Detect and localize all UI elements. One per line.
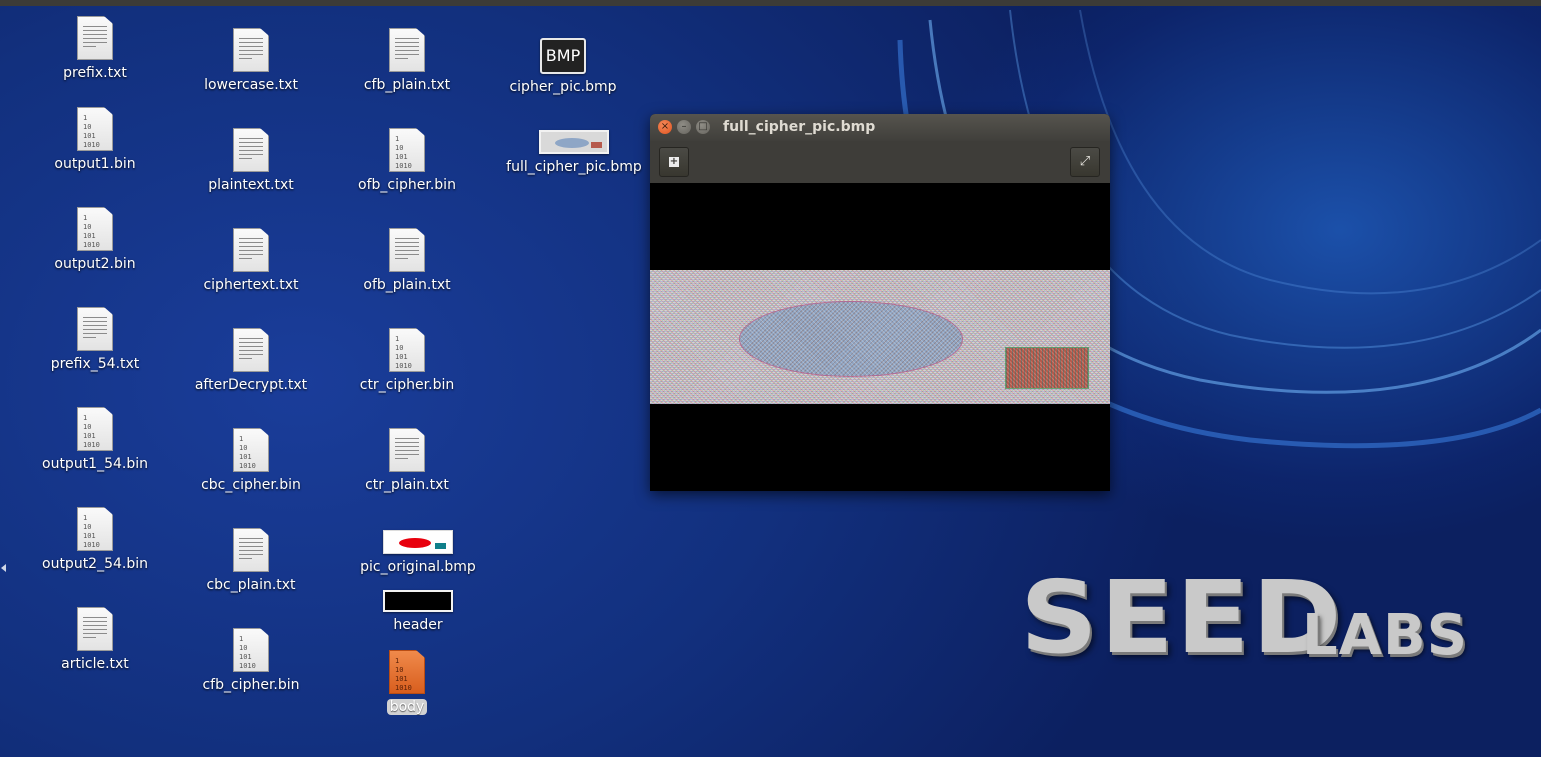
icon-label: cbc_cipher.bin (201, 477, 301, 493)
desktop-icon[interactable]: BMP cipher_pic.bmp (493, 38, 633, 95)
add-button[interactable]: + (659, 147, 689, 177)
desktop-icon[interactable]: 1 10 101 1010 ofb_cipher.bin (337, 128, 477, 193)
icon-label: cipher_pic.bmp (509, 79, 617, 95)
image-thumbnail-icon (383, 530, 453, 554)
icon-label: ofb_plain.txt (363, 277, 451, 293)
fullscreen-button[interactable]: ⤢ (1070, 147, 1100, 177)
encrypted-rectangle-shape (1006, 348, 1088, 388)
image-thumbnail-icon (383, 590, 453, 612)
binary-file-icon: 1 10 101 1010 (233, 628, 269, 672)
bmp-file-icon: BMP (540, 38, 586, 74)
desktop-icon[interactable]: plaintext.txt (181, 128, 321, 193)
top-panel (0, 0, 1541, 6)
binary-file-icon: 1 10 101 1010 (77, 507, 113, 551)
icon-label: body (386, 699, 428, 715)
desktop-icon[interactable]: pic_original.bmp (348, 522, 488, 575)
desktop-icon[interactable]: 1 10 101 1010 ctr_cipher.bin (337, 328, 477, 393)
icon-label: cbc_plain.txt (206, 577, 296, 593)
icon-label: lowercase.txt (204, 77, 298, 93)
icon-label: ciphertext.txt (203, 277, 299, 293)
image-canvas (650, 183, 1110, 491)
plus-icon: + (669, 155, 679, 167)
desktop-icon[interactable]: 1 10 101 1010 output1.bin (25, 107, 165, 172)
desktop-icon[interactable]: prefix.txt (25, 16, 165, 81)
icon-label: output2_54.bin (42, 556, 148, 572)
icon-label: header (393, 617, 443, 633)
icon-label: prefix_54.txt (50, 356, 140, 372)
desktop-icon[interactable]: 1 10 101 1010 cfb_cipher.bin (181, 628, 321, 693)
text-file-icon (389, 428, 425, 472)
binary-file-icon: 1 10 101 1010 (389, 128, 425, 172)
desktop-icon[interactable]: 1 10 101 1010 output2.bin (25, 207, 165, 272)
encrypted-ellipse-shape (740, 302, 962, 376)
text-file-icon (77, 607, 113, 651)
icon-label: cfb_plain.txt (363, 77, 451, 93)
binary-file-icon: 1 10 101 1010 (77, 107, 113, 151)
icon-label: ctr_cipher.bin (359, 377, 455, 393)
icon-label: output1_54.bin (42, 456, 148, 472)
binary-file-icon: 1 10 101 1010 (77, 207, 113, 251)
icon-label: output1.bin (54, 156, 136, 172)
desktop-icon[interactable]: full_cipher_pic.bmp (504, 124, 644, 175)
window-title: full_cipher_pic.bmp (723, 119, 876, 135)
icon-label: cfb_cipher.bin (202, 677, 300, 693)
desktop-icon-selected[interactable]: 1 10 101 1010 body (337, 650, 477, 715)
image-viewer-window: × – □ full_cipher_pic.bmp + ⤢ (650, 114, 1110, 491)
expand-icon: ⤢ (1079, 154, 1091, 169)
icon-label: pic_original.bmp (360, 559, 476, 575)
icon-label: ctr_plain.txt (365, 477, 449, 493)
maximize-icon[interactable]: □ (696, 120, 710, 134)
desktop-background: prefix.txt 1 10 101 1010 output1.bin 1 10 101… (0, 0, 1541, 757)
text-file-icon (233, 528, 269, 572)
text-file-icon (233, 228, 269, 272)
viewer-toolbar: + ⤢ (650, 141, 1110, 184)
binary-file-icon: 1 10 101 1010 (233, 428, 269, 472)
desktop-icon[interactable]: 1 10 101 1010 output1_54.bin (25, 407, 165, 472)
text-file-icon (77, 307, 113, 351)
launcher-reveal-arrow[interactable] (1, 564, 6, 572)
desktop-icon[interactable]: cbc_plain.txt (181, 528, 321, 593)
encrypted-image-region (650, 270, 1110, 404)
icon-label: full_cipher_pic.bmp (506, 159, 642, 175)
logo-sub-text: LABS (1302, 603, 1469, 668)
image-thumbnail-icon (539, 130, 609, 154)
window-titlebar[interactable]: × – □ full_cipher_pic.bmp (650, 114, 1110, 141)
desktop-icon[interactable]: 1 10 101 1010 cbc_cipher.bin (181, 428, 321, 493)
icon-label: output2.bin (54, 256, 136, 272)
icon-label: prefix.txt (63, 65, 127, 81)
desktop-icon[interactable]: ofb_plain.txt (337, 228, 477, 293)
text-file-icon (233, 28, 269, 72)
text-file-icon (77, 16, 113, 60)
binary-file-icon: 1 10 101 1010 (77, 407, 113, 451)
desktop-icon[interactable]: lowercase.txt (181, 28, 321, 93)
desktop-icon[interactable]: afterDecrypt.txt (181, 328, 321, 393)
logo-main-text: SEED (1020, 559, 1344, 676)
text-file-icon (389, 228, 425, 272)
text-file-icon (233, 128, 269, 172)
close-icon[interactable]: × (658, 120, 672, 134)
desktop-icon[interactable]: 1 10 101 1010 output2_54.bin (25, 507, 165, 572)
binary-file-icon: 1 10 101 1010 (389, 650, 425, 694)
desktop-icon[interactable]: header (348, 582, 488, 633)
desktop-icon[interactable]: cfb_plain.txt (337, 28, 477, 93)
binary-file-icon: 1 10 101 1010 (389, 328, 425, 372)
desktop-icon[interactable]: prefix_54.txt (25, 307, 165, 372)
icon-label: plaintext.txt (208, 177, 294, 193)
desktop-icon[interactable]: article.txt (25, 607, 165, 672)
icon-label: ofb_cipher.bin (358, 177, 456, 193)
desktop-icon[interactable]: ctr_plain.txt (337, 428, 477, 493)
text-file-icon (389, 28, 425, 72)
text-file-icon (233, 328, 269, 372)
desktop-icon[interactable]: ciphertext.txt (181, 228, 321, 293)
icon-label: afterDecrypt.txt (194, 377, 308, 393)
minimize-icon[interactable]: – (677, 120, 691, 134)
icon-label: article.txt (61, 656, 129, 672)
